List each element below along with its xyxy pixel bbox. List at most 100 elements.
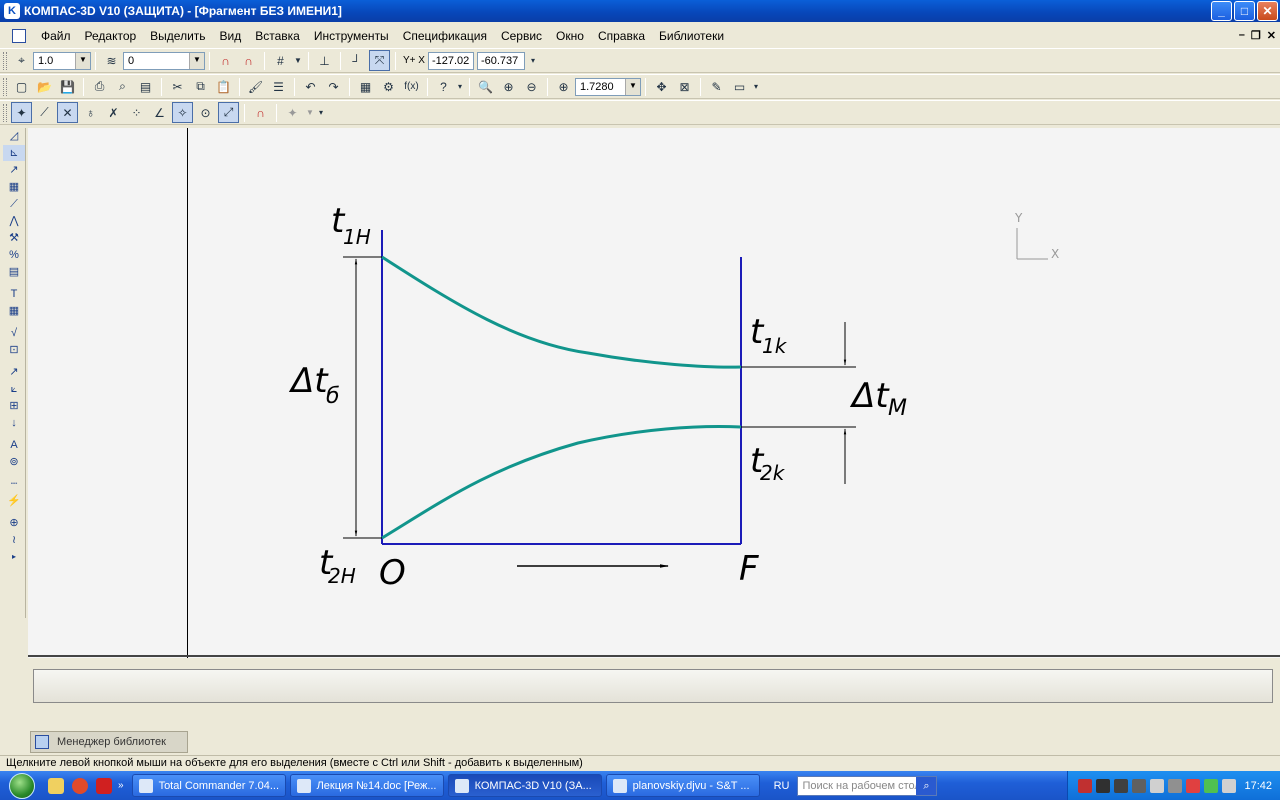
menu-help[interactable]: Справка bbox=[591, 29, 652, 43]
toolbar-grip[interactable] bbox=[3, 77, 7, 96]
cursor-x-field[interactable]: -127.02 bbox=[427, 51, 474, 70]
position-leader-icon[interactable]: ⟀ bbox=[3, 381, 25, 397]
snaps-off-magnet-icon[interactable]: ∩ bbox=[250, 102, 271, 123]
clock[interactable]: 17:42 bbox=[1244, 780, 1272, 792]
menu-insert[interactable]: Вставка bbox=[248, 29, 307, 43]
search-icon[interactable]: ⌕ bbox=[916, 776, 937, 795]
chevron-down-icon[interactable]: ▼ bbox=[189, 52, 204, 69]
snap-nearest-point-icon[interactable]: ✦ bbox=[11, 102, 32, 123]
refresh-icon[interactable]: ✎ bbox=[706, 76, 727, 97]
menu-select[interactable]: Выделить bbox=[143, 29, 212, 43]
minimize-button[interactable]: _ bbox=[1211, 1, 1232, 21]
task-word-lecture[interactable]: Лекция №14.doc [Реж... bbox=[289, 774, 444, 797]
geometry-icon[interactable]: ◿ bbox=[3, 128, 25, 144]
menu-service[interactable]: Сервис bbox=[494, 29, 549, 43]
drawing-canvas[interactable]: t 1H t 1k t 2k t 2H Δt б Δt M O F Y X bbox=[188, 128, 1280, 658]
kompas-app-icon[interactable]: K bbox=[4, 3, 20, 19]
snap-tangent-icon[interactable]: ♁ bbox=[80, 102, 101, 123]
chevron-right-icon[interactable]: ▸ bbox=[3, 549, 25, 565]
snap-center-icon[interactable]: ⊙ bbox=[195, 102, 216, 123]
desktop-search-field[interactable]: Поиск на рабочем столе ⌕ bbox=[797, 775, 938, 796]
dimensions-icon[interactable]: ⊾ bbox=[3, 145, 25, 161]
network-icon[interactable] bbox=[1222, 778, 1237, 793]
snap-angle-icon[interactable]: ∠ bbox=[149, 102, 170, 123]
scale-combo[interactable]: 1.0 ▼ bbox=[33, 51, 91, 70]
show-all-icon[interactable]: ⊠ bbox=[674, 76, 695, 97]
pan-icon[interactable]: ✥ bbox=[651, 76, 672, 97]
menu-libraries[interactable]: Библиотеки bbox=[652, 29, 731, 43]
volume-icon[interactable] bbox=[1150, 778, 1165, 793]
tolerance-icon[interactable]: ⊞ bbox=[3, 398, 25, 414]
cut-icon[interactable]: ✂ bbox=[167, 76, 188, 97]
tray-icon[interactable] bbox=[1096, 778, 1111, 793]
menu-file[interactable]: Файл bbox=[34, 29, 78, 43]
quicklaunch-notepad-icon[interactable] bbox=[48, 777, 64, 794]
copy-icon[interactable]: ⧉ bbox=[190, 76, 211, 97]
start-button[interactable] bbox=[0, 771, 44, 800]
grid-icon[interactable]: # bbox=[270, 50, 291, 71]
chevron-down-icon[interactable]: ▼ bbox=[625, 78, 640, 95]
properties-panel[interactable] bbox=[33, 669, 1273, 703]
tray-icon[interactable] bbox=[1168, 778, 1183, 793]
toolbar-grip[interactable] bbox=[3, 103, 7, 122]
quicklaunch-sw-icon[interactable] bbox=[96, 777, 112, 794]
variables-button[interactable]: f(x) bbox=[401, 76, 422, 97]
preview-icon[interactable]: ▤ bbox=[135, 76, 156, 97]
close-button[interactable]: ✕ bbox=[1257, 1, 1278, 21]
snap-normal-icon[interactable]: ✗ bbox=[103, 102, 124, 123]
task-djvu[interactable]: planovskiy.djvu - S&T ... bbox=[605, 774, 760, 797]
language-indicator[interactable]: RU bbox=[774, 780, 790, 792]
select-icon[interactable]: ⚒ bbox=[3, 230, 25, 246]
maximize-button[interactable]: □ bbox=[1234, 1, 1255, 21]
toolbar-overflow-icon[interactable]: ▾ bbox=[752, 76, 760, 97]
doc-close-icon[interactable]: ✕ bbox=[1267, 29, 1276, 42]
markings-icon[interactable]: ⊚ bbox=[3, 454, 25, 470]
snap-intersection-icon[interactable]: ✕ bbox=[57, 102, 78, 123]
local-cs-icon[interactable]: ⌖ bbox=[11, 50, 32, 71]
task-kompas[interactable]: КОМПАС-3D V10 (ЗА... bbox=[447, 774, 602, 797]
zoom-combo[interactable]: 1.7280 ▼ bbox=[575, 77, 641, 96]
print-icon[interactable]: ⎙ bbox=[89, 76, 110, 97]
tree-pane[interactable] bbox=[28, 128, 188, 658]
tray-icon[interactable] bbox=[1114, 778, 1129, 793]
doc-minimize-icon[interactable]: – bbox=[1239, 29, 1245, 42]
leader-icon[interactable]: ↗ bbox=[3, 364, 25, 380]
tray-icon[interactable] bbox=[1186, 778, 1201, 793]
snap-midpoint-icon[interactable]: ⟋ bbox=[34, 102, 55, 123]
center-mark-icon[interactable]: ⊕ bbox=[3, 515, 25, 531]
doc-restore-icon[interactable]: ❐ bbox=[1251, 29, 1261, 42]
manager-icon[interactable]: ▦ bbox=[355, 76, 376, 97]
print-preview-icon[interactable]: ⌕ bbox=[112, 76, 133, 97]
menu-window[interactable]: Окно bbox=[549, 29, 591, 43]
toolbar-overflow-icon[interactable]: ▾ bbox=[317, 102, 325, 123]
open-icon[interactable]: 📂 bbox=[34, 76, 55, 97]
snap-point-icon[interactable]: ✧ bbox=[172, 102, 193, 123]
ortho-mode-icon[interactable]: ┘ bbox=[346, 50, 367, 71]
properties-icon[interactable]: ☰ bbox=[268, 76, 289, 97]
paste-icon[interactable]: 📋 bbox=[213, 76, 234, 97]
parametrization-icon[interactable]: ⟋ bbox=[3, 196, 25, 212]
tray-icon[interactable] bbox=[1204, 778, 1219, 793]
chevron-down-icon[interactable]: ▼ bbox=[75, 52, 90, 69]
cursor-y-field[interactable]: -60.737 bbox=[476, 51, 525, 70]
cut-line-icon[interactable]: A bbox=[3, 437, 25, 453]
zoom-out-icon[interactable]: ⊖ bbox=[521, 76, 542, 97]
quicklaunch-opera-icon[interactable] bbox=[72, 777, 88, 794]
document-icon[interactable] bbox=[12, 29, 26, 43]
designations-icon[interactable]: ↗ bbox=[3, 162, 25, 178]
quicklaunch-more-icon[interactable]: » bbox=[118, 780, 124, 791]
screen-icon[interactable]: ▭ bbox=[729, 76, 750, 97]
reports-icon[interactable]: ▤ bbox=[3, 264, 25, 280]
measure-icon[interactable]: ⋀ bbox=[3, 213, 25, 229]
parametric-mode-icon[interactable]: ⤧ bbox=[369, 50, 390, 71]
layers-icon[interactable]: ≋ bbox=[101, 50, 122, 71]
tray-icon[interactable] bbox=[1132, 778, 1147, 793]
undo-icon[interactable]: ↶ bbox=[300, 76, 321, 97]
roughness-icon[interactable]: √ bbox=[3, 325, 25, 341]
menu-view[interactable]: Вид bbox=[213, 29, 249, 43]
layer-combo[interactable]: 0 ▼ bbox=[123, 51, 205, 70]
format-brush-icon[interactable]: 🖌 bbox=[245, 76, 266, 97]
context-help-icon[interactable]: ? bbox=[433, 76, 454, 97]
editing-icon[interactable]: ▦ bbox=[3, 179, 25, 195]
spc-icon[interactable]: % bbox=[3, 247, 25, 263]
